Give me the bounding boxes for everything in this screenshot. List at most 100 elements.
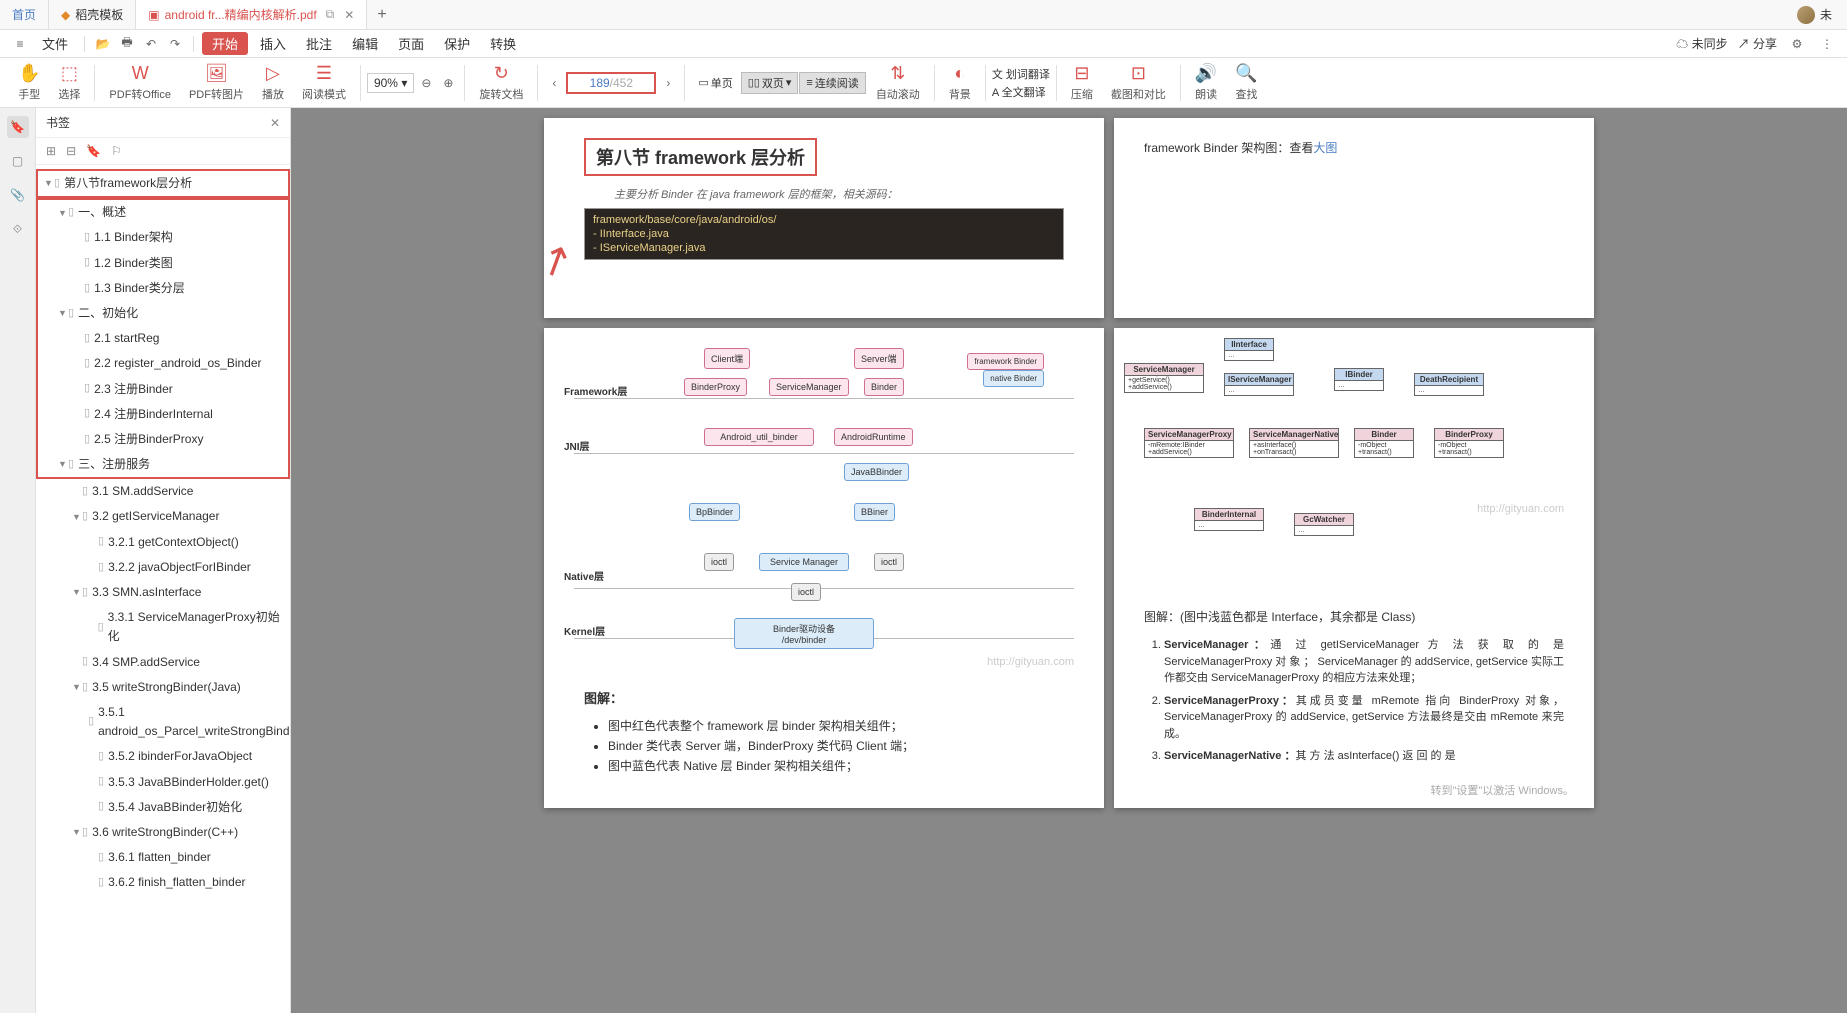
tab-active-doc[interactable]: ▣android fr...精编内核解析.pdf ⧉ ✕	[136, 0, 367, 29]
bookmark-title: 书签	[46, 114, 70, 131]
bookmark-item[interactable]: ▼▯3.3 SMN.asInterface	[36, 580, 290, 605]
single-page-btn[interactable]: ▭ 单页	[691, 72, 739, 94]
bookmark-item[interactable]: ▯1.2 Binder类图	[38, 251, 288, 276]
bookmark-item[interactable]: ▼▯3.5 writeStrongBinder(Java)	[36, 675, 290, 700]
more-icon[interactable]: ⋮	[1817, 34, 1837, 54]
menu-hamburger-icon[interactable]: ≡	[10, 34, 30, 54]
menu-page[interactable]: 页面	[390, 34, 432, 53]
main-area: 🔖 ▢ 📎 ⟐ 书签 ✕ ⊞ ⊟ 🔖 ⚐ ▼▯第八节framework层分析▼▯…	[0, 108, 1847, 1013]
speak-tool[interactable]: 🔊朗读	[1187, 63, 1225, 102]
find-tool[interactable]: 🔍查找	[1227, 63, 1265, 102]
bookmark-item[interactable]: ▯2.2 register_android_os_Binder	[38, 351, 288, 376]
bookmark-item[interactable]: ▼▯三、注册服务	[38, 452, 288, 477]
bookmark-flag-icon[interactable]: ⚐	[111, 144, 122, 158]
nav-icon[interactable]: ⟐	[7, 218, 29, 240]
sync-status[interactable]: ☁ 未同步	[1676, 35, 1727, 52]
bookmark-item[interactable]: ▯3.3.1 ServiceManagerProxy初始化	[36, 605, 290, 649]
full-translate[interactable]: A 全文翻译	[992, 84, 1050, 100]
pdf-page: IInterface… ServiceManager+getService()+…	[1114, 328, 1594, 808]
add-bookmark-icon[interactable]: 🔖	[86, 144, 101, 158]
zoom-out-icon[interactable]: ⊖	[416, 73, 436, 93]
windows-activation-text: 转到"设置"以激活 Windows。	[1431, 782, 1575, 798]
bookmark-item[interactable]: ▯3.6.1 flatten_binder	[36, 845, 290, 870]
bookmark-item[interactable]: ▯3.5.1 android_os_Parcel_writeStrongBind…	[36, 700, 290, 744]
select-tool[interactable]: ⬚选择	[50, 63, 88, 102]
section-title: 第八节 framework 层分析	[584, 138, 817, 176]
tab-home[interactable]: 首页	[0, 0, 49, 29]
folder-open-icon[interactable]: 📂	[93, 34, 113, 54]
code-block: framework/base/core/java/android/os/ - I…	[584, 208, 1064, 260]
bookmark-item[interactable]: ▼▯3.6 writeStrongBinder(C++)	[36, 820, 290, 845]
document-viewport[interactable]: ↗ 第八节 framework 层分析 主要分析 Binder 在 java f…	[291, 108, 1847, 1013]
bookmark-panel: 书签 ✕ ⊞ ⊟ 🔖 ⚐ ▼▯第八节framework层分析▼▯一、概述▯1.1…	[36, 108, 291, 1013]
collapse-all-icon[interactable]: ⊟	[66, 144, 76, 158]
bookmark-item[interactable]: ▼▯第八节framework层分析	[36, 169, 290, 198]
page-prev-icon[interactable]: ‹	[544, 73, 564, 93]
expand-all-icon[interactable]: ⊞	[46, 144, 56, 158]
bookmark-item[interactable]: ▯3.6.2 finish_flatten_binder	[36, 870, 290, 895]
compress-tool[interactable]: ⊟压缩	[1063, 63, 1101, 102]
attachment-icon[interactable]: 📎	[7, 184, 29, 206]
bookmark-item[interactable]: ▯3.4 SMP.addService	[36, 650, 290, 675]
menu-convert[interactable]: 转换	[482, 34, 524, 53]
redo-icon[interactable]: ↷	[165, 34, 185, 54]
word-translate[interactable]: 文 划词翻译	[992, 66, 1050, 82]
zoom-in-icon[interactable]: ⊕	[438, 73, 458, 93]
read-mode-tool[interactable]: ☰阅读模式	[294, 63, 354, 102]
zoom-select[interactable]: 90% ▾	[367, 73, 414, 93]
bookmark-tree[interactable]: ▼▯第八节framework层分析▼▯一、概述▯1.1 Binder架构▯1.2…	[36, 165, 290, 1013]
pdf-to-office[interactable]: WPDF转Office	[101, 63, 179, 102]
pdf-page: Framework层 JNI层 Native层 Kernel层 Client端 …	[544, 328, 1104, 808]
page-input[interactable]: 189/452	[566, 72, 656, 94]
bookmark-item[interactable]: ▯1.1 Binder架构	[38, 225, 288, 250]
background-tool[interactable]: ◐背景	[941, 63, 979, 102]
bookmark-item[interactable]: ▯3.1 SM.addService	[36, 479, 290, 504]
pdf-to-image[interactable]: 🖼PDF转图片	[181, 63, 252, 102]
bookmark-item[interactable]: ▯3.5.4 JavaBBinder初始化	[36, 795, 290, 820]
start-menu[interactable]: 开始	[202, 32, 248, 55]
page-next-icon[interactable]: ›	[658, 73, 678, 93]
print-icon[interactable]: 🖶	[117, 34, 137, 54]
tab-template[interactable]: ◆稻壳模板	[49, 0, 136, 29]
bookmark-item[interactable]: ▯3.2.1 getContextObject()	[36, 530, 290, 555]
hand-tool[interactable]: ✋手型	[10, 63, 48, 102]
file-menu[interactable]: 文件	[34, 34, 76, 53]
bookmark-item[interactable]: ▯3.5.2 ibinderForJavaObject	[36, 744, 290, 769]
share-button[interactable]: ↗ 分享	[1738, 35, 1777, 52]
undo-icon[interactable]: ↶	[141, 34, 161, 54]
bookmark-item[interactable]: ▯3.5.3 JavaBBinderHolder.get()	[36, 770, 290, 795]
rotate-tool[interactable]: ↻旋转文档	[471, 63, 531, 102]
bookmark-item[interactable]: ▯1.3 Binder类分层	[38, 276, 288, 301]
crop-tool[interactable]: ⊡截图和对比	[1103, 63, 1174, 102]
continuous-read-btn[interactable]: ≡ 连续阅读	[799, 72, 865, 94]
annotation-arrow: ↗	[531, 233, 581, 289]
bookmark-item[interactable]: ▼▯二、初始化	[38, 301, 288, 326]
menu-annotate[interactable]: 批注	[298, 34, 340, 53]
tab-close-icon[interactable]: ✕	[344, 8, 354, 22]
play-tool[interactable]: ▷播放	[254, 63, 292, 102]
link: 大图	[1313, 141, 1337, 155]
avatar	[1797, 6, 1815, 24]
bookmark-item[interactable]: ▯2.3 注册Binder	[38, 377, 288, 402]
menu-edit[interactable]: 编辑	[344, 34, 386, 53]
menu-protect[interactable]: 保护	[436, 34, 478, 53]
settings-icon[interactable]: ⚙	[1787, 34, 1807, 54]
bookmark-item[interactable]: ▯2.4 注册BinderInternal	[38, 402, 288, 427]
menu-insert[interactable]: 插入	[252, 34, 294, 53]
tab-new-button[interactable]: +	[367, 6, 396, 24]
user-area[interactable]: 未	[1782, 6, 1847, 24]
double-page-btn[interactable]: ▯▯ 双页 ▾	[741, 72, 799, 94]
caption-text: 主要分析 Binder 在 java framework 层的框架，相关源码：	[614, 186, 1064, 202]
bookmark-item[interactable]: ▼▯一、概述	[38, 200, 288, 225]
auto-scroll-tool[interactable]: ⇅自动滚动	[868, 63, 928, 102]
tab-restore-icon[interactable]: ⧉	[326, 7, 335, 22]
bookmark-close-icon[interactable]: ✕	[270, 116, 280, 130]
bookmark-item[interactable]: ▼▯3.2 getIServiceManager	[36, 504, 290, 529]
bookmark-item[interactable]: ▯2.1 startReg	[38, 326, 288, 351]
bookmark-icon[interactable]: 🔖	[7, 116, 29, 138]
side-icons: 🔖 ▢ 📎 ⟐	[0, 108, 36, 1013]
bookmark-item[interactable]: ▯2.5 注册BinderProxy	[38, 427, 288, 452]
bookmark-item[interactable]: ▯3.2.2 javaObjectForIBinder	[36, 555, 290, 580]
pdf-page: ↗ 第八节 framework 层分析 主要分析 Binder 在 java f…	[544, 118, 1104, 318]
thumbnail-icon[interactable]: ▢	[7, 150, 29, 172]
